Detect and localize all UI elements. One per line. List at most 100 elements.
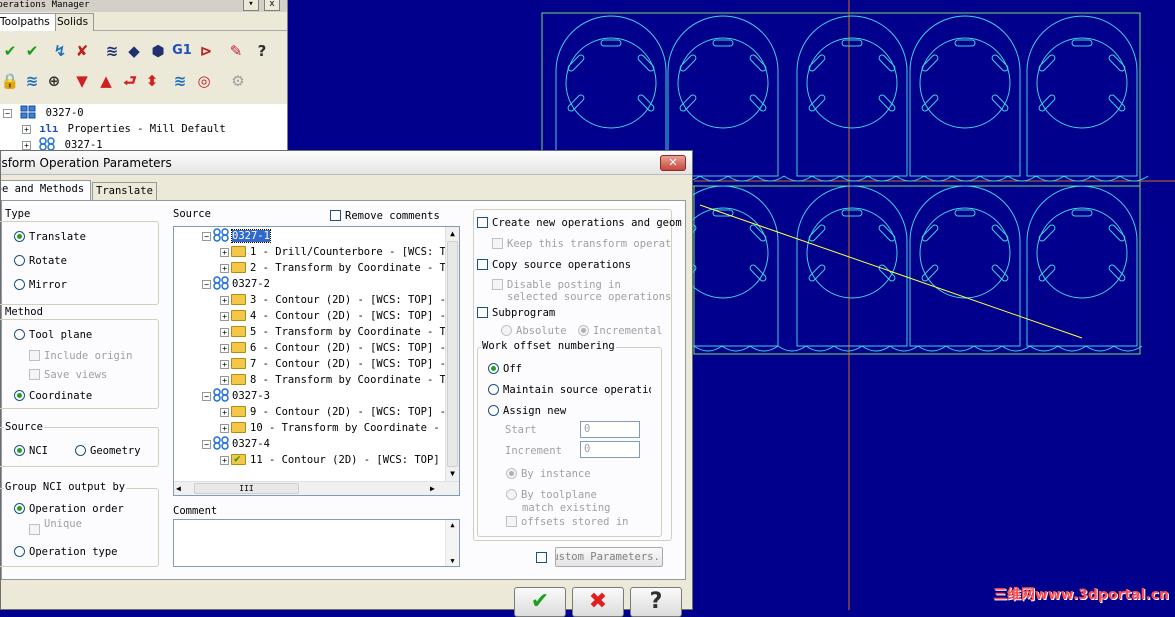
expand-icon[interactable]: + [220,327,229,337]
tree-row[interactable]: − 0327-0 [3,105,84,121]
collapse-icon[interactable]: − [3,108,12,118]
lock-icon[interactable]: 🔒 [0,71,20,91]
ops-dropdown-button[interactable]: ▾ [243,0,259,11]
expand-icon[interactable]: + [220,407,229,417]
source-operation-row[interactable]: +3 - Contour (2D) - [WCS: TOP] - [220,292,446,308]
insert-arrow-icon[interactable]: ⮐ [120,71,140,91]
collapse-icon[interactable]: − [202,391,211,401]
source-operation-row[interactable]: +8 - Transform by Coordinate - T [220,372,446,388]
help-icon[interactable]: ? [252,41,272,61]
ops-close-button[interactable]: x [264,0,280,11]
scroll-down-icon[interactable]: ▼ [446,556,459,566]
expand-icon[interactable]: + [220,343,229,353]
start-input[interactable]: 0 [580,421,640,438]
increment-input[interactable]: 0 [580,441,640,458]
coordinate-radio[interactable]: Coordinate [14,389,92,403]
custom-params-checkbox[interactable] [536,551,551,565]
simulate-icon[interactable]: ⬢ [148,41,168,61]
by-toolplane-radio[interactable]: By toolplane [506,488,597,502]
expand-icon[interactable]: + [220,311,229,321]
operation-type-radio[interactable]: Operation type [14,545,118,559]
include-origin-checkbox[interactable]: Include origin [29,349,133,363]
expand-icon[interactable]: + [220,295,229,305]
scroll-up-icon[interactable]: ▲ [446,520,459,530]
absolute-radio[interactable]: Absolute [501,324,567,338]
source-operation-row[interactable]: +9 - Contour (2D) - [WCS: TOP] - [220,404,446,420]
incremental-radio[interactable]: Incremental [578,324,663,338]
hscroll-thumb[interactable]: III [194,483,299,494]
tree-row[interactable]: + ılı Properties - Mill Default [22,121,226,137]
source-operation-row[interactable]: +2 - Transform by Coordinate - T [220,260,446,276]
move-down-icon[interactable]: ▼ [72,71,92,91]
expand-icon[interactable]: + [220,375,229,385]
scroll-down-icon[interactable]: ▼ [446,467,459,481]
source-operation-row[interactable]: +1 - Drill/Counterbore - [WCS: T [220,244,446,260]
unique-checkbox[interactable]: Unique [29,518,82,535]
post-icon[interactable]: G1 [172,41,192,61]
display-dirty-icon[interactable]: ◎ [194,71,214,91]
source-tree[interactable]: −0327-1 +1 - Drill/Counterbore - [WCS: T +… [173,226,460,496]
expand-icon[interactable]: + [22,124,31,134]
delete-icon[interactable]: ✎ [226,41,246,61]
tab-type-and-methods[interactable]: Type and Methods [1,180,91,201]
source-operation-row[interactable]: + ✔ 11 - Contour (2D) - [WCS: TOP] [220,452,440,468]
source-group-row[interactable]: − 0327-3 [202,388,270,404]
toggle-display-icon[interactable]: ≋ [22,71,42,91]
custom-parameters-button[interactable]: Custom Parameters. [555,547,663,567]
scroll-up-icon[interactable]: ▲ [446,227,459,241]
expand-icon[interactable]: + [220,263,229,273]
collapse-icon[interactable]: − [202,439,211,449]
source-operation-row[interactable]: +10 - Transform by Coordinate - [220,420,440,436]
nci-radio[interactable]: NCI [14,444,48,458]
backplot-icon[interactable]: ≋ [102,41,122,61]
select-dirty-icon[interactable]: ✔ [22,41,42,61]
tab-translate[interactable]: Translate [92,182,157,200]
expand-icon[interactable]: + [220,455,229,465]
source-group-row[interactable]: − 0327-1 [202,228,271,244]
source-operation-row[interactable]: +5 - Transform by Coordinate - T [220,324,446,340]
assign-new-radio[interactable]: Assign new [488,404,566,418]
high-feed-icon[interactable]: ⊳ [196,41,216,61]
geometry-radio[interactable]: Geometry [75,444,141,458]
select-all-icon[interactable]: ✔ [0,41,20,61]
regenerate-dirty-icon[interactable]: ✘ [72,41,92,61]
source-operation-row[interactable]: +7 - Contour (2D) - [WCS: TOP] - [220,356,446,372]
copy-source-checkbox[interactable]: Copy source operations [477,258,631,272]
source-group-row[interactable]: − 0327-2 [202,276,270,292]
match-existing-checkbox[interactable]: offsets stored in [506,515,628,529]
expand-icon[interactable]: + [220,359,229,369]
scroll-left-icon[interactable]: ◀ [176,482,186,495]
move-up-icon[interactable]: ▲ [96,71,116,91]
keep-transform-checkbox[interactable]: Keep this transform operat [492,237,671,251]
dialog-close-button[interactable]: ✕ [660,155,686,171]
source-vertical-scrollbar[interactable]: ▲ ▼ [445,227,459,481]
mirror-radio[interactable]: Mirror [14,278,67,292]
remove-comments-checkbox[interactable]: Remove comments [330,209,440,223]
expand-icon[interactable]: + [220,247,229,257]
save-views-checkbox[interactable]: Save views [29,368,107,382]
tab-toolpaths[interactable]: Toolpaths [0,13,56,31]
verify-icon[interactable]: ◆ [124,41,144,61]
source-horizontal-scrollbar[interactable]: ◀ III ▶ [174,481,459,495]
scroll-right-icon[interactable]: ▶ [430,482,440,495]
create-new-operations-checkbox[interactable]: Create new operations and geom [477,216,682,230]
subprogram-checkbox[interactable]: Subprogram [477,306,555,320]
regenerate-icon[interactable]: ↯ [50,41,70,61]
operation-order-radio[interactable]: Operation order [14,502,124,516]
source-operation-row[interactable]: +6 - Contour (2D) - [WCS: TOP] - [220,340,446,356]
help-button[interactable]: ? [630,587,682,617]
toggle-posting-icon[interactable]: ⊕ [44,71,64,91]
maintain-source-radio[interactable]: Maintain source operation [488,383,651,397]
translate-radio[interactable]: Translate [14,230,86,244]
display-selected-icon[interactable]: ≋ [170,71,190,91]
collapse-icon[interactable]: − [202,231,211,241]
cancel-button[interactable]: ✖ [572,587,624,617]
comment-scrollbar[interactable]: ▲ ▼ [445,520,459,566]
tab-solids[interactable]: Solids [51,13,95,31]
scroll-thumb[interactable] [447,241,458,467]
by-instance-radio[interactable]: By instance [506,467,591,481]
expand-icon[interactable]: + [220,423,229,433]
tool-plane-radio[interactable]: Tool plane [14,328,92,342]
ok-button[interactable]: ✔ [514,587,566,617]
source-operation-row[interactable]: +4 - Contour (2D) - [WCS: TOP] - [220,308,446,324]
